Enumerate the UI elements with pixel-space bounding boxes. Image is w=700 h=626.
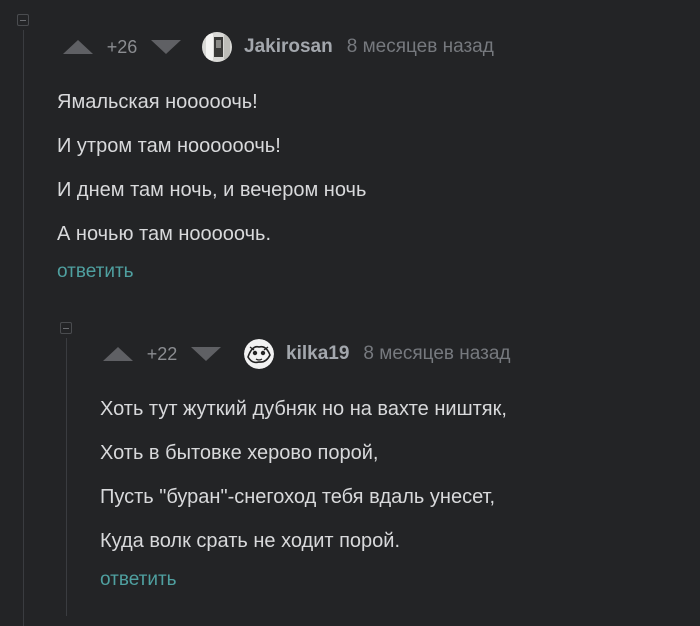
comment-text-line: Пусть "буран"-снегоход тебя вдаль унесет… bbox=[100, 486, 496, 508]
comment-rating: +26 bbox=[106, 36, 138, 57]
comment-text-line: Хоть в бытовке херово порой, bbox=[100, 442, 379, 464]
comment-text-line: И утром там ноооооочь! bbox=[57, 135, 281, 157]
collapse-thread-icon[interactable] bbox=[17, 14, 29, 26]
comment-rating: +22 bbox=[146, 343, 178, 364]
collapse-thread-icon[interactable] bbox=[60, 322, 72, 334]
comments-page: +26 Jakirosan 8 месяцев назад Ямальская … bbox=[0, 0, 700, 626]
user-avatar[interactable] bbox=[244, 339, 274, 369]
comment-text-line: Хоть тут жуткий дубняк но на вахте ништя… bbox=[100, 398, 507, 420]
comment-header: +22 kilka19 8 месяцев назад bbox=[102, 339, 511, 369]
thread-line[interactable] bbox=[23, 30, 24, 626]
vote-down-icon[interactable] bbox=[190, 346, 222, 362]
reply-link[interactable]: ответить bbox=[100, 569, 177, 591]
reply-link[interactable]: ответить bbox=[57, 261, 134, 283]
comment-text-line: Куда волк срать не ходит порой. bbox=[100, 530, 401, 552]
comment-timestamp: 8 месяцев назад bbox=[363, 343, 511, 364]
comment-text-line: Ямальская нооооочь! bbox=[57, 91, 258, 113]
vote-up-icon[interactable] bbox=[102, 346, 134, 362]
comment-text-line: А ночью там нооооочь. bbox=[57, 223, 272, 245]
comment-username[interactable]: kilka19 bbox=[286, 343, 349, 365]
vote-down-icon[interactable] bbox=[150, 39, 182, 55]
comment-timestamp: 8 месяцев назад bbox=[346, 36, 494, 57]
comment-body: Ямальская нооооочь! И утром там нооооооч… bbox=[57, 80, 366, 256]
vote-up-icon[interactable] bbox=[62, 39, 94, 55]
comment-header: +26 Jakirosan 8 месяцев назад bbox=[62, 32, 494, 62]
comment-text-line: И днем там ночь, и вечером ночь bbox=[57, 179, 367, 201]
thread-line[interactable] bbox=[66, 338, 67, 616]
comment-username[interactable]: Jakirosan bbox=[244, 36, 333, 58]
comment-body: Хоть тут жуткий дубняк но на вахте ништя… bbox=[100, 387, 507, 563]
user-avatar[interactable] bbox=[202, 32, 232, 62]
